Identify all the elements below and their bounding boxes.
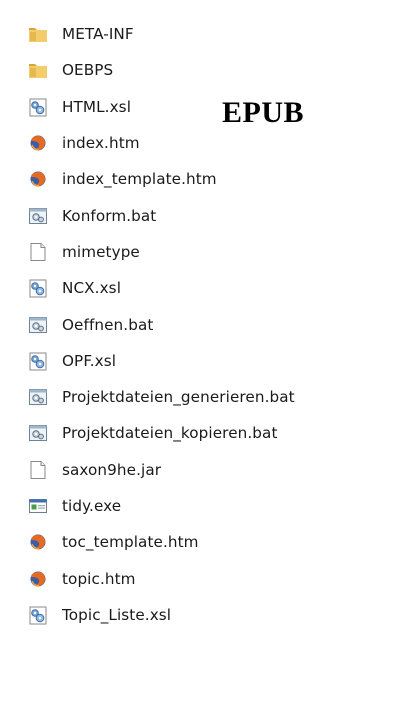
- file-item[interactable]: Projektdateien_kopieren.bat: [0, 415, 398, 451]
- firefox-html-icon: [27, 568, 49, 590]
- file-item[interactable]: toc_template.htm: [0, 524, 398, 560]
- batch-file-icon: [27, 205, 49, 227]
- file-name: HTML.xsl: [62, 97, 132, 116]
- file-name: Topic_Liste.xsl: [62, 605, 172, 624]
- blank-file-icon: [27, 241, 49, 263]
- file-item[interactable]: mimetype: [0, 234, 398, 270]
- file-item[interactable]: index.htm: [0, 125, 398, 161]
- file-name: topic.htm: [62, 569, 136, 588]
- file-name: Projektdateien_generieren.bat: [62, 388, 295, 407]
- file-name: META-INF: [62, 25, 134, 44]
- firefox-html-icon: [27, 531, 49, 553]
- file-item[interactable]: META-INF: [0, 16, 398, 52]
- file-name: Konform.bat: [62, 206, 157, 225]
- xsl-file-icon: [27, 96, 49, 118]
- file-name: index_template.htm: [62, 170, 217, 189]
- file-item[interactable]: Konform.bat: [0, 197, 398, 233]
- exe-file-icon: [27, 495, 49, 517]
- xsl-file-icon: [27, 350, 49, 372]
- file-name: toc_template.htm: [62, 533, 199, 552]
- file-item[interactable]: Oeffnen.bat: [0, 306, 398, 342]
- folder-icon: [27, 23, 49, 45]
- file-name: Oeffnen.bat: [62, 315, 154, 334]
- file-item[interactable]: HTML.xsl: [0, 89, 398, 125]
- file-item[interactable]: saxon9he.jar: [0, 452, 398, 488]
- file-explorer-window: { "overlay_label": "EPUB", "files": [ {"…: [0, 0, 398, 720]
- batch-file-icon: [27, 314, 49, 336]
- epub-overlay-label: EPUB: [222, 96, 305, 129]
- batch-file-icon: [27, 422, 49, 444]
- folder-icon: [27, 59, 49, 81]
- file-item[interactable]: Topic_Liste.xsl: [0, 597, 398, 633]
- file-name: OPF.xsl: [62, 351, 117, 370]
- file-item[interactable]: tidy.exe: [0, 488, 398, 524]
- batch-file-icon: [27, 386, 49, 408]
- file-item[interactable]: Projektdateien_generieren.bat: [0, 379, 398, 415]
- file-name: OEBPS: [62, 61, 114, 80]
- file-name: NCX.xsl: [62, 279, 122, 298]
- xsl-file-icon: [27, 277, 49, 299]
- file-name: saxon9he.jar: [62, 460, 162, 479]
- firefox-html-icon: [27, 168, 49, 190]
- file-name: index.htm: [62, 134, 140, 153]
- file-name: mimetype: [62, 242, 140, 261]
- file-name: tidy.exe: [62, 497, 122, 515]
- file-item[interactable]: OEBPS: [0, 52, 398, 88]
- blank-file-icon: [27, 459, 49, 481]
- file-item[interactable]: topic.htm: [0, 560, 398, 596]
- file-list: META-INF OEBPS HTML.xsl index.htm index_…: [0, 16, 398, 633]
- xsl-file-icon: [27, 604, 49, 626]
- firefox-html-icon: [27, 132, 49, 154]
- file-item[interactable]: OPF.xsl: [0, 343, 398, 379]
- file-item[interactable]: NCX.xsl: [0, 270, 398, 306]
- file-name: Projektdateien_kopieren.bat: [62, 424, 278, 443]
- file-item[interactable]: index_template.htm: [0, 161, 398, 197]
